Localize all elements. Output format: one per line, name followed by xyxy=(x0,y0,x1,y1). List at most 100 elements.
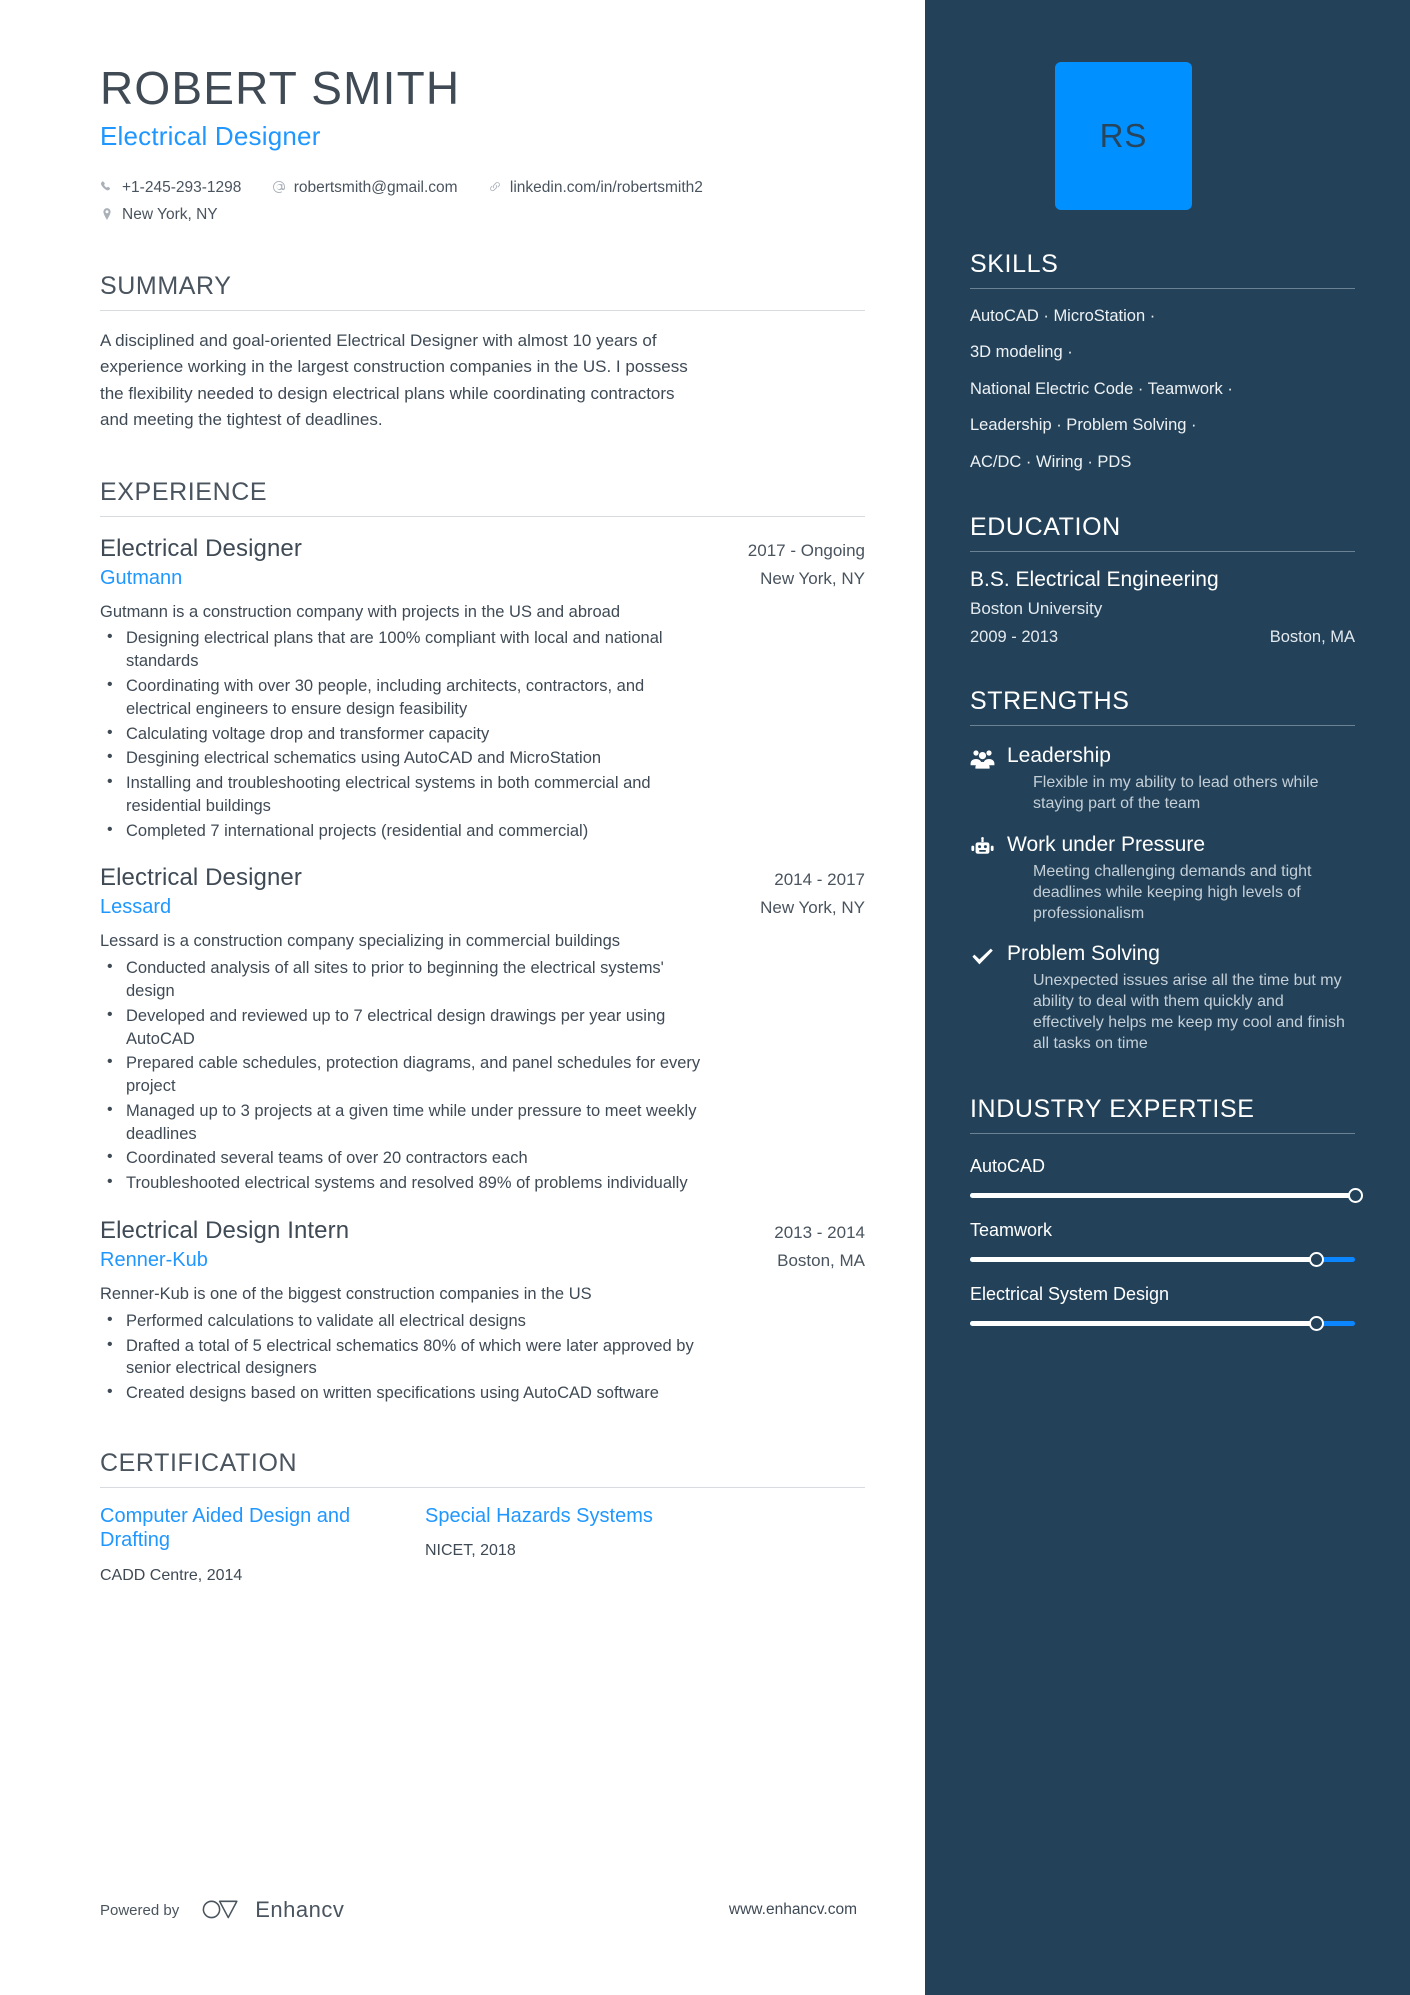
enhancv-logo-icon xyxy=(201,1897,245,1923)
job-dates: 2014 - 2017 xyxy=(774,870,865,890)
skills-section: SKILLS AutoCAD · MicroStation · 3D modeli… xyxy=(970,250,1355,473)
expertise-slider-knob[interactable] xyxy=(1309,1315,1324,1331)
strength-body: Problem Solving Unexpected issues arise a… xyxy=(1007,942,1355,1054)
expertise-slider-fill xyxy=(970,1320,1317,1326)
job-title: Electrical Design Intern xyxy=(100,1216,350,1244)
job-bullet: Coordinated several teams of over 20 con… xyxy=(100,1146,710,1170)
job-description: Lessard is a construction company specia… xyxy=(100,932,620,951)
expertise-slider[interactable] xyxy=(970,1187,1363,1203)
enhancv-brand[interactable]: Enhancv xyxy=(201,1897,344,1923)
job-description: Gutmann is a construction company with p… xyxy=(100,602,621,621)
avatar: RS xyxy=(1055,62,1192,210)
expertise-label: Electrical System Design xyxy=(970,1283,1170,1304)
strength-name: Leadership xyxy=(1007,744,1111,768)
expertise-section: INDUSTRY EXPERTISE AutoCAD Teamwork Electr… xyxy=(970,1094,1363,1331)
job-bullet-list: Conducted analysis of all sites to prior… xyxy=(100,956,865,1195)
skill-line: National Electric Code · Teamwork · xyxy=(970,379,1233,398)
job-title: Electrical Designer xyxy=(100,534,302,562)
contact-linkedin[interactable]: linkedin.com/in/robertsmith2 xyxy=(488,174,703,201)
job-bullet: Installing and troubleshooting electrica… xyxy=(100,771,710,818)
strength-body: Work under Pressure Meeting challenging d… xyxy=(1007,833,1355,924)
job-role-subtitle: Electrical Designer xyxy=(100,120,321,151)
powered-by-label: Powered by xyxy=(100,1901,180,1919)
expertise-label: Teamwork xyxy=(970,1219,1053,1240)
strength-entry: Leadership Flexible in my ability to lead… xyxy=(970,744,1355,815)
skill-line: AC/DC · Wiring · PDS xyxy=(970,452,1132,471)
check-icon xyxy=(970,942,998,1054)
avatar-initials: RS xyxy=(1099,117,1148,154)
certification-heading: CERTIFICATION xyxy=(100,1448,298,1477)
certification-entry: Special Hazards Systems NICET, 2018 xyxy=(425,1504,690,1585)
job-dates: 2017 - Ongoing xyxy=(747,540,865,560)
strengths-section: STRENGTHS Leadership Flexible in my abili… xyxy=(970,687,1355,1054)
summary-section: SUMMARY A disciplined and goal-oriented … xyxy=(100,272,865,433)
job-dates: 2013 - 2014 xyxy=(774,1222,865,1242)
expertise-slider[interactable] xyxy=(970,1251,1355,1267)
location-pin-icon xyxy=(100,207,115,221)
experience-entry-subheader: Lessard New York, NY xyxy=(100,896,865,919)
strengths-heading: STRENGTHS xyxy=(970,687,1130,716)
contact-location-text: New York, NY xyxy=(122,206,218,224)
website-url[interactable]: www.enhancv.com xyxy=(729,1901,857,1919)
job-bullet-list: Designing electrical plans that are 100%… xyxy=(100,626,865,843)
experience-entry-subheader: Gutmann New York, NY xyxy=(100,567,865,590)
education-divider xyxy=(970,551,1355,553)
email-icon xyxy=(272,180,287,194)
main-column: ROBERT SMITH Electrical Designer +1-245-… xyxy=(0,0,925,1995)
job-bullet: Designing electrical plans that are 100%… xyxy=(100,626,710,673)
education-section: EDUCATION B.S. Electrical Engineering Bo… xyxy=(970,513,1355,647)
expertise-slider-knob[interactable] xyxy=(1309,1251,1324,1267)
job-bullet: Troubleshooted electrical systems and re… xyxy=(100,1171,710,1195)
job-bullet: Completed 7 international projects (resi… xyxy=(100,819,710,843)
job-description: Renner-Kub is one of the biggest constru… xyxy=(100,1284,592,1303)
expertise-slider-knob[interactable] xyxy=(1347,1187,1363,1203)
experience-entry-header: Electrical Designer 2017 - Ongoing xyxy=(100,535,865,563)
experience-entry: Electrical Design Intern 2013 - 2014 Renne… xyxy=(100,1217,865,1405)
contact-phone-text: +1-245-293-1298 xyxy=(122,178,242,196)
contact-phone[interactable]: +1-245-293-1298 xyxy=(100,174,241,201)
job-company[interactable]: Renner-Kub xyxy=(100,1249,208,1272)
education-heading: EDUCATION xyxy=(970,513,1121,542)
skill-line: 3D modeling · xyxy=(970,343,1073,362)
job-bullet-list: Performed calculations to validate all e… xyxy=(100,1309,865,1405)
skill-line: Leadership · Problem Solving · xyxy=(970,416,1197,435)
job-bullet: Developed and reviewed up to 7 electrica… xyxy=(100,1004,710,1051)
job-bullet: Created designs based on written specifi… xyxy=(100,1381,710,1405)
certification-entry: Computer Aided Design and Drafting CADD C… xyxy=(100,1504,365,1585)
job-company[interactable]: Lessard xyxy=(100,896,171,919)
certification-meta: CADD Centre, 2014 xyxy=(100,1566,243,1584)
job-bullet: Drafted a total of 5 electrical schemati… xyxy=(100,1334,710,1381)
strength-entry: Work under Pressure Meeting challenging d… xyxy=(970,833,1355,924)
experience-divider xyxy=(100,515,865,517)
strengths-divider xyxy=(970,725,1355,727)
certification-meta: NICET, 2018 xyxy=(425,1542,516,1560)
contact-linkedin-text: linkedin.com/in/robertsmith2 xyxy=(509,178,703,196)
strength-entry: Problem Solving Unexpected issues arise a… xyxy=(970,942,1355,1054)
skills-heading: SKILLS xyxy=(970,250,1059,278)
expertise-entry: Electrical System Design xyxy=(970,1283,1355,1331)
job-location: New York, NY xyxy=(760,568,865,588)
expertise-heading: INDUSTRY EXPERTISE xyxy=(970,1094,1255,1123)
job-bullet: Prepared cable schedules, protection dia… xyxy=(100,1051,710,1098)
strengths-list: Leadership Flexible in my ability to lead… xyxy=(970,744,1355,1054)
education-location: Boston, MA xyxy=(1269,628,1355,647)
robot-icon xyxy=(970,833,998,924)
contact-email[interactable]: robertsmith@gmail.com xyxy=(272,174,458,201)
expertise-label: AutoCAD xyxy=(970,1155,1046,1176)
strength-name: Work under Pressure xyxy=(1007,832,1206,856)
certification-name[interactable]: Special Hazards Systems xyxy=(425,1504,690,1528)
expertise-divider xyxy=(970,1132,1355,1134)
job-company[interactable]: Gutmann xyxy=(100,567,182,590)
contact-location[interactable]: New York, NY xyxy=(100,201,218,228)
expertise-slider[interactable] xyxy=(970,1315,1355,1331)
job-bullet: Desgining electrical schematics using Au… xyxy=(100,746,710,770)
contact-info: +1-245-293-1298 robertsmith@gmail.com li… xyxy=(100,174,740,228)
certification-name[interactable]: Computer Aided Design and Drafting xyxy=(100,1504,365,1553)
skills-list: AutoCAD · MicroStation · 3D modeling · Nat… xyxy=(970,306,1355,473)
education-school: Boston University xyxy=(970,599,1103,619)
summary-text: A disciplined and goal-oriented Electric… xyxy=(100,331,688,430)
job-location: Boston, MA xyxy=(777,1250,865,1270)
job-title: Electrical Designer xyxy=(100,864,302,892)
contact-email-text: robertsmith@gmail.com xyxy=(293,178,458,196)
page-title: ROBERT SMITH xyxy=(100,62,461,114)
